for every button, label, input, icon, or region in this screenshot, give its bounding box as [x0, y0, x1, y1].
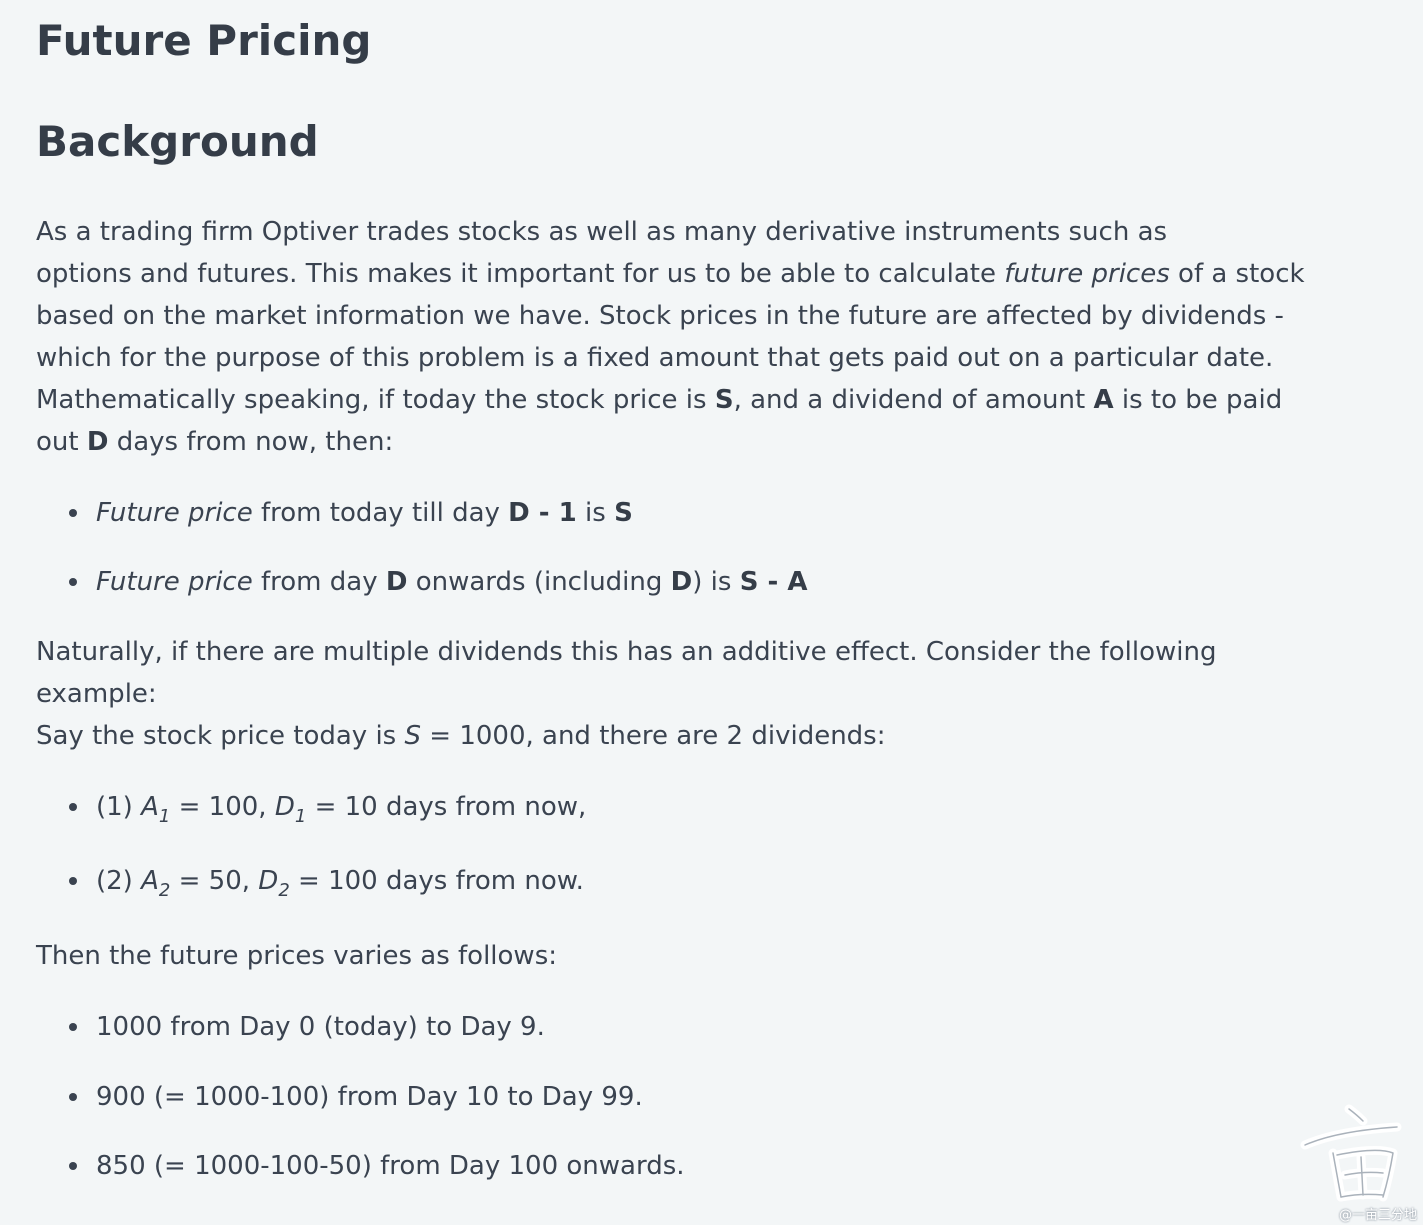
intro-line-5: Mathematically speaking, if today the st…	[36, 385, 1283, 415]
intro-line-6: out D days from now, then:	[36, 427, 394, 457]
list-item: 900 (= 1000-100) from Day 10 to Day 99.	[36, 1079, 643, 1115]
list-item: (2) A2 = 50, D2 = 100 days from now.	[36, 863, 584, 900]
list-item: 1000 from Day 0 (today) to Day 9.	[36, 1009, 545, 1045]
list-item: Future price from today till day D - 1 i…	[36, 495, 633, 531]
intro-paragraph: As a trading firm Optiver trades stocks …	[36, 211, 1305, 463]
list-item: Future price from day D onwards (includi…	[36, 564, 807, 600]
intro-line-4: which for the purpose of this problem is…	[36, 343, 1274, 373]
then-paragraph: Then the future prices varies as follows…	[36, 941, 558, 971]
intro-line-3: based on the market information we have.…	[36, 301, 1284, 331]
list-item: (1) A1 = 100, D1 = 10 days from now,	[36, 789, 586, 826]
example-line-1: Naturally, if there are multiple dividen…	[36, 637, 1217, 667]
example-line-2: example:	[36, 679, 157, 709]
future-prices-emphasis: future prices	[1004, 259, 1170, 289]
background-heading: Background	[36, 117, 319, 166]
watermark-text: @一亩三分地	[1338, 1208, 1417, 1223]
list-item: 850 (= 1000-100-50) from Day 100 onwards…	[36, 1148, 685, 1184]
watermark-logo-icon	[1300, 1104, 1402, 1202]
intro-line-1: As a trading firm Optiver trades stocks …	[36, 217, 1168, 247]
page-title: Future Pricing	[36, 16, 372, 65]
example-paragraph: Naturally, if there are multiple dividen…	[36, 631, 1216, 757]
intro-line-2: options and futures. This makes it impor…	[36, 259, 1305, 289]
example-line-3: Say the stock price today is S = 1000, a…	[36, 721, 886, 751]
